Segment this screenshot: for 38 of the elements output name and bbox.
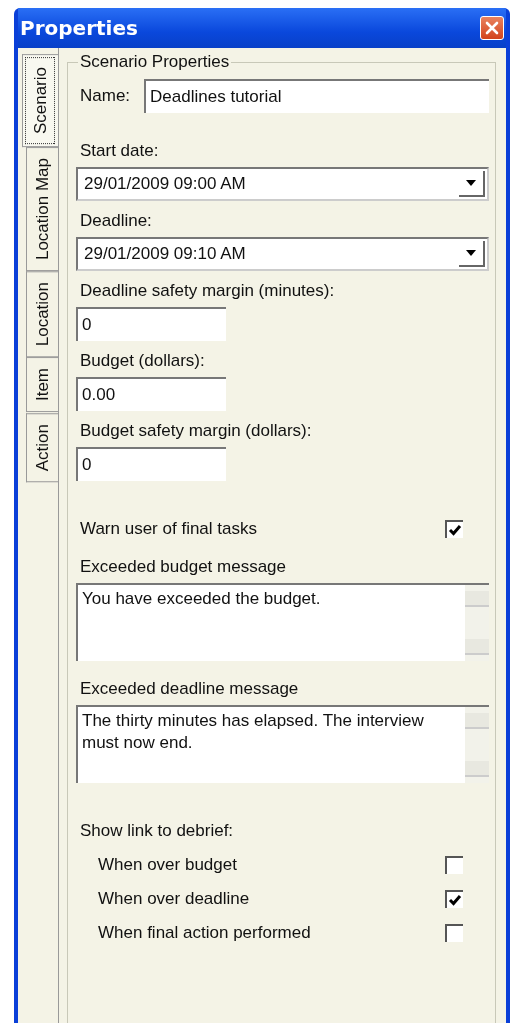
input-field[interactable]: 0 (76, 447, 226, 481)
checkbox[interactable] (445, 520, 463, 538)
window-title: Properties (20, 16, 138, 40)
section-label: Show link to debrief: (80, 821, 235, 841)
message-text-area[interactable]: You have exceeded the budget. (76, 583, 489, 661)
group-title: Scenario Properties (78, 52, 232, 72)
checkbox[interactable] (445, 890, 463, 908)
field-label: Budget (dollars): (80, 351, 206, 371)
side-tab[interactable]: Location Map (26, 147, 58, 272)
checkbox[interactable] (445, 924, 463, 942)
checkbox-label: When over budget (98, 855, 237, 875)
side-tab[interactable]: Scenario (22, 54, 58, 148)
field-label: Name: (80, 86, 131, 106)
name-field[interactable]: Deadlines tutorial (144, 79, 489, 113)
input-field[interactable]: 0 (76, 307, 226, 341)
input-field[interactable]: 0.00 (76, 377, 226, 411)
checkbox-label: When final action performed (98, 923, 311, 943)
date-dropdown[interactable]: 29/01/2009 09:10 AM (76, 237, 489, 271)
field-label: Exceeded deadline message (80, 679, 300, 699)
side-tab[interactable]: Location (26, 271, 58, 358)
date-dropdown[interactable]: 29/01/2009 09:00 AM (76, 167, 489, 201)
side-tab[interactable]: Item (26, 357, 58, 413)
field-label: Start date: (80, 141, 160, 161)
message-text: You have exceeded the budget. (81, 588, 322, 610)
checkbox[interactable] (445, 856, 463, 874)
dropdown-arrow-icon (465, 249, 477, 257)
close-icon (483, 19, 501, 37)
dropdown-arrow-icon (465, 179, 477, 187)
side-tab[interactable]: Action (26, 412, 58, 482)
checkbox-label: When over deadline (98, 889, 250, 909)
field-label: Deadline safety margin (minutes): (80, 281, 336, 301)
field-label: Deadline: (80, 211, 153, 231)
field-label: Exceeded budget message (80, 557, 288, 577)
close-button[interactable] (480, 16, 504, 40)
message-text-area[interactable]: The thirty minutes has elapsed. The interview must now end. (76, 705, 489, 783)
field-label: Budget safety margin (dollars): (80, 421, 313, 441)
message-text: The thirty minutes has elapsed. The interview must now end. (81, 710, 425, 755)
checkbox-label: Warn user of final tasks (80, 519, 257, 539)
